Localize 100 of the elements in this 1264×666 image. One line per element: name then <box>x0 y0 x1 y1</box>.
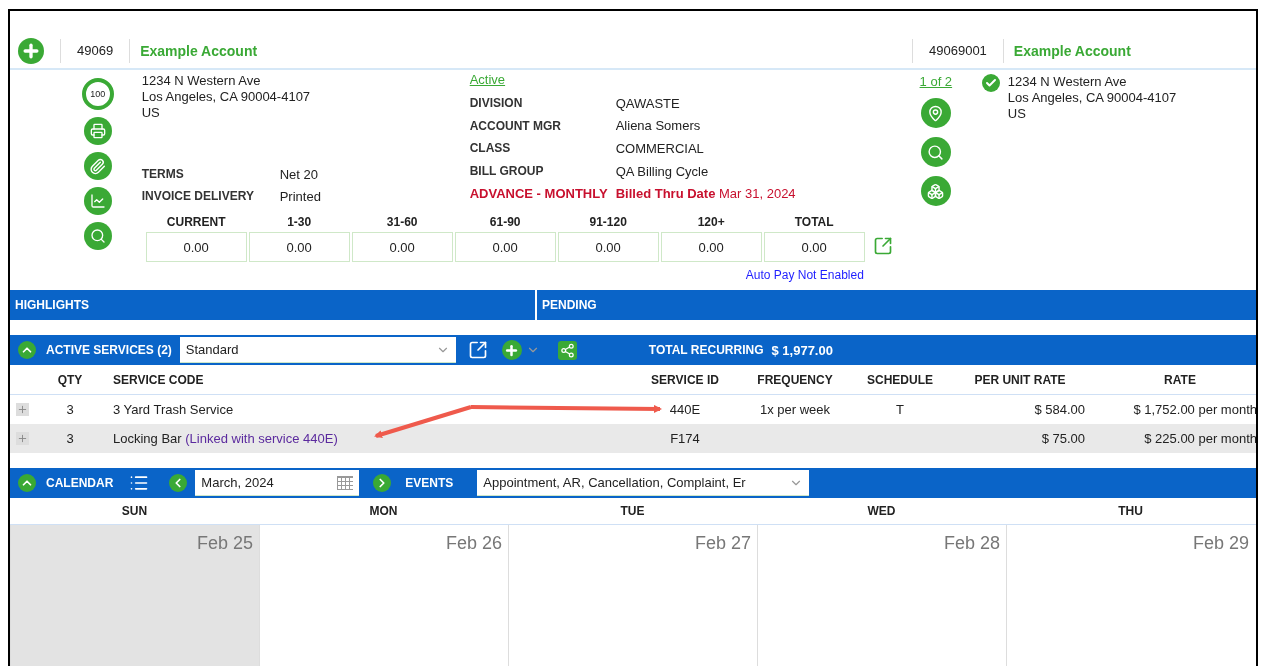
events-label: EVENTS <box>405 476 454 490</box>
score-badge[interactable]: 100 <box>81 78 114 110</box>
day-header: WED <box>866 504 897 518</box>
aging-label: CURRENT <box>165 214 227 231</box>
external-link-icon[interactable] <box>872 236 893 256</box>
day-header: TUE <box>619 504 646 518</box>
chart-icon[interactable] <box>83 187 112 215</box>
table-cell-text: F174 <box>669 431 701 446</box>
field-value: COMMERCIAL <box>615 141 705 156</box>
status-link[interactable]: Active <box>469 70 796 90</box>
aging-amount: 0.00 <box>557 232 659 262</box>
collapse-icon[interactable] <box>18 341 36 359</box>
day-header: SUN <box>120 504 149 518</box>
aging-amount: 0.00 <box>660 232 762 262</box>
aging-amount: 0.00 <box>145 232 247 262</box>
address-line: US <box>1007 106 1027 122</box>
field-label: DIVISION <box>469 96 524 111</box>
field-label: BILL GROUP <box>469 164 545 179</box>
autopay-link[interactable]: Auto Pay Not Enabled <box>745 268 864 282</box>
account-name: Example Account <box>129 38 258 63</box>
total-value: $ 1,977.00 <box>771 342 833 358</box>
address-line: 1234 N Western Ave <box>1007 74 1128 90</box>
day-date: Feb 28 <box>943 533 1000 554</box>
table-cell-text: $ 1,752.00 per month <box>1132 402 1256 417</box>
boxes-icon[interactable] <box>920 176 951 206</box>
table-cell: Locking Bar <box>113 431 182 446</box>
field-label: ACCOUNT MGR <box>469 118 562 133</box>
expand-button[interactable] <box>16 432 29 445</box>
aging-label: 120+ <box>696 214 726 231</box>
aging-label: 91-120 <box>588 214 628 231</box>
day-date: Feb 25 <box>196 533 253 554</box>
table-cell-text: 3 <box>65 402 75 417</box>
collapse-icon[interactable] <box>18 474 36 492</box>
field-value: Net 20 <box>279 166 319 182</box>
aging-label: 61-90 <box>488 214 522 231</box>
month-field[interactable]: March, 2024 <box>195 470 360 496</box>
list-icon[interactable] <box>129 473 150 493</box>
add-icon[interactable] <box>501 340 522 360</box>
column-header: SCHEDULE <box>866 372 934 387</box>
search-icon[interactable] <box>920 137 951 167</box>
events-select[interactable]: Appointment, AR, Cancellation, Complaint, Er <box>477 470 810 496</box>
column-header: PER UNIT RATE <box>973 372 1067 387</box>
section-title: ACTIVE SERVICES (2) <box>46 343 172 357</box>
billing-cycle: ADVANCE - MONTHLY <box>469 186 609 202</box>
panel-header: HIGHLIGHTS <box>10 290 535 320</box>
address-line: US <box>141 105 161 121</box>
add-icon[interactable] <box>18 37 44 64</box>
account-number: 49069 <box>60 38 130 63</box>
paperclip-icon[interactable] <box>83 152 112 180</box>
expand-button[interactable] <box>16 403 29 416</box>
previous-icon[interactable] <box>169 474 188 492</box>
field-value: Printed <box>279 188 322 204</box>
field-value: QA Billing Cycle <box>615 163 710 179</box>
table-cell: 3 Yard Trash Service <box>113 402 234 417</box>
aging-amount: 0.00 <box>248 232 350 262</box>
view-select[interactable]: Standard <box>179 337 456 363</box>
aging-label: 31-60 <box>385 214 419 231</box>
section-title: CALENDAR <box>46 476 114 490</box>
site-number: 49069001 <box>912 38 1003 63</box>
share-icon[interactable] <box>557 340 577 360</box>
table-cell-text: 440E <box>668 402 702 417</box>
table-cell-text: 1x per week <box>758 402 832 417</box>
field-value: QAWASTE <box>615 95 681 111</box>
field-value: Aliena Somers <box>615 118 702 134</box>
next-icon[interactable] <box>373 474 392 492</box>
column-header: FREQUENCY <box>756 372 834 387</box>
day-header: THU <box>1117 504 1144 518</box>
address-line: 1234 N Western Ave <box>141 73 262 89</box>
address-line: Los Angeles, CA 90004-4107 <box>1007 90 1177 106</box>
table-cell-text: $ 225.00 per month <box>1143 431 1256 446</box>
table-cell-text: 3 <box>65 431 75 446</box>
table-cell-text: $ 584.00 <box>1033 402 1086 417</box>
day-header: MON <box>368 504 399 518</box>
field-label: CLASS <box>469 141 512 156</box>
search-icon[interactable] <box>83 222 112 250</box>
map-pin-icon[interactable] <box>920 98 951 128</box>
pager-link[interactable]: 1 of 2 <box>919 74 953 89</box>
aging-label: TOTAL <box>793 214 835 231</box>
panel-header: PENDING <box>537 290 1256 320</box>
table-cell-text: T <box>895 402 905 417</box>
aging-amount: 0.00 <box>454 232 556 262</box>
site-name: Example Account <box>1002 38 1131 63</box>
printer-icon[interactable] <box>83 117 112 145</box>
linked-note: (Linked with service 440E) <box>185 431 338 446</box>
column-header: SERVICE ID <box>650 372 720 387</box>
day-cell[interactable]: Feb 25 <box>10 525 259 666</box>
table-cell-text: $ 75.00 <box>1040 431 1086 446</box>
total-label: TOTAL RECURRING <box>648 343 764 357</box>
day-date: Feb 27 <box>694 533 751 554</box>
address-line: Los Angeles, CA 90004-4107 <box>141 89 312 105</box>
column-header: QTY <box>56 372 84 387</box>
aging-label: 1-30 <box>286 214 313 231</box>
field-label: INVOICE DELIVERY <box>141 189 255 203</box>
aging-amount: 0.00 <box>351 232 453 262</box>
calendar-icon[interactable] <box>337 475 354 490</box>
day-date: Feb 26 <box>445 533 502 554</box>
day-date: Feb 29 <box>1192 533 1249 554</box>
column-header: RATE <box>1163 372 1197 387</box>
billed-thru-date: Billed Thru Date Mar 31, 2024 <box>615 186 796 202</box>
external-link-icon[interactable] <box>467 340 488 360</box>
